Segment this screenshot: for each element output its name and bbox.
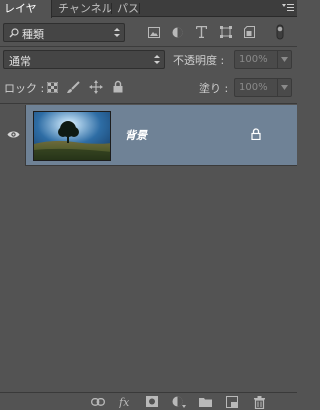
panel-menu-icon[interactable] xyxy=(282,3,294,13)
fill-slider-button[interactable] xyxy=(278,78,292,97)
divider xyxy=(0,46,297,47)
opacity-field[interactable]: 100% xyxy=(234,50,278,69)
filter-toggle-icon[interactable] xyxy=(274,24,286,40)
shape-filter-icon[interactable] xyxy=(220,26,232,38)
tab-separator xyxy=(139,3,140,14)
tab-channels[interactable]: チャンネル xyxy=(54,0,117,17)
lock-image-pixels-icon[interactable] xyxy=(67,81,80,94)
link-layers-icon[interactable] xyxy=(91,398,105,406)
layer-name[interactable]: 背景 xyxy=(125,127,147,143)
visibility-toggle[interactable] xyxy=(0,105,26,166)
chevron-down-icon xyxy=(281,57,288,62)
new-layer-icon[interactable] xyxy=(226,396,238,408)
adjustment-filter-icon[interactable] xyxy=(172,27,183,38)
svg-text:fx: fx xyxy=(119,396,130,408)
adjustment-layer-icon[interactable] xyxy=(172,396,186,408)
fill-field[interactable]: 100% xyxy=(234,78,278,97)
tab-separator xyxy=(111,3,112,14)
lock-position-icon[interactable] xyxy=(89,80,103,94)
delete-layer-icon[interactable] xyxy=(254,396,265,409)
panel-tab-bar: レイヤー チャンネル パス xyxy=(0,0,297,32)
layers-panel: レイヤー チャンネル パス 種類 xyxy=(0,0,297,410)
tab-layers[interactable]: レイヤー xyxy=(0,0,52,32)
filter-kind-label: 種類 xyxy=(22,28,44,41)
chevron-updown-icon xyxy=(114,28,120,37)
eye-icon xyxy=(7,131,20,138)
layer-thumbnail xyxy=(33,111,111,161)
opacity-slider-button[interactable] xyxy=(278,50,292,69)
search-icon xyxy=(9,28,19,38)
blend-mode-dropdown[interactable]: 通常 xyxy=(3,50,165,69)
lock-icon xyxy=(251,128,261,140)
opacity-label: 不透明度 : xyxy=(173,54,225,67)
smart-object-filter-icon[interactable] xyxy=(244,26,255,38)
type-filter-icon[interactable] xyxy=(196,26,207,38)
fx-icon[interactable]: fx xyxy=(119,396,132,408)
lock-all-icon[interactable] xyxy=(113,80,123,93)
layer-row-background[interactable]: 背景 xyxy=(0,105,297,166)
new-group-icon[interactable] xyxy=(199,397,212,407)
filter-kind-dropdown[interactable]: 種類 xyxy=(3,23,125,42)
blend-mode-value: 通常 xyxy=(9,55,31,68)
add-mask-icon[interactable] xyxy=(146,396,158,407)
layer-list: 背景 xyxy=(0,103,297,392)
lock-label: ロック : xyxy=(4,82,45,95)
chevron-down-icon xyxy=(281,85,288,90)
lock-transparent-pixels-icon[interactable] xyxy=(47,82,58,93)
layers-bottom-bar: fx xyxy=(0,392,297,410)
chevron-updown-icon xyxy=(154,55,160,64)
fill-label: 塗り : xyxy=(199,82,229,95)
image-filter-icon[interactable] xyxy=(148,27,160,38)
